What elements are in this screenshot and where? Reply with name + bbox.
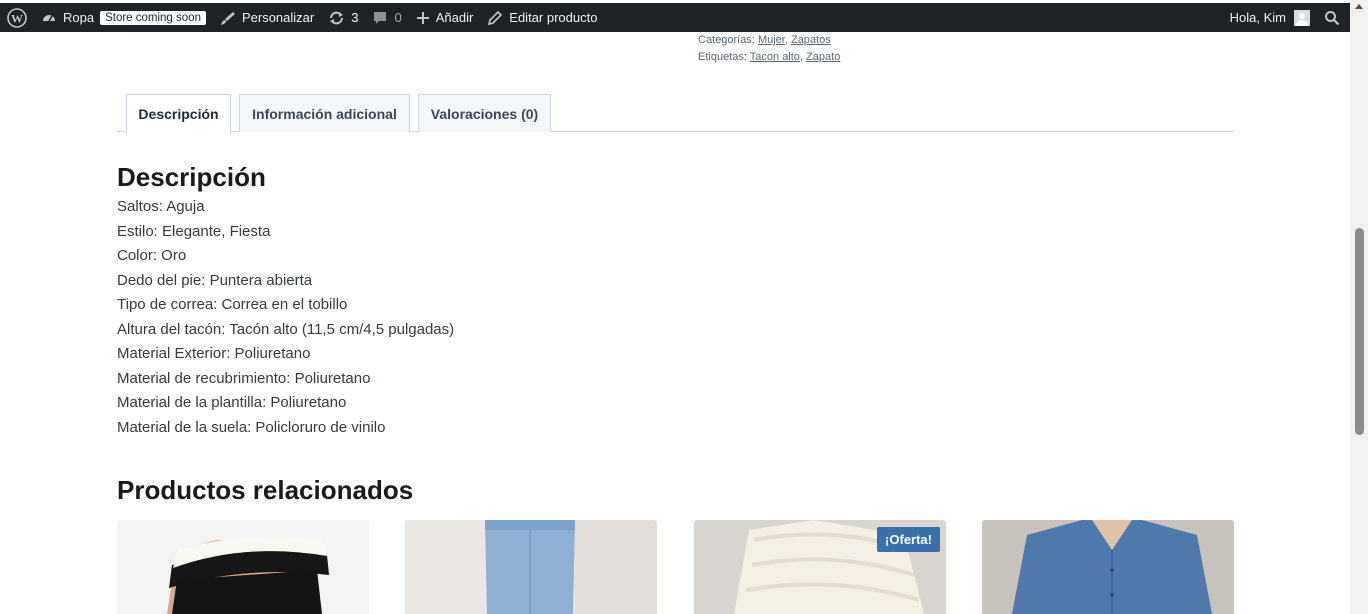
updates-icon (328, 10, 345, 26)
add-new-label: Añadir (435, 10, 474, 25)
search-button[interactable] (1317, 3, 1350, 32)
greeting-label: Hola, Kim (1229, 10, 1286, 25)
tab-reviews[interactable]: Valoraciones (0) (418, 94, 551, 132)
avatar (1294, 9, 1310, 26)
edit-product-label: Editar producto (509, 10, 598, 25)
plus-icon (416, 11, 430, 25)
tag-link-tacon-alto[interactable]: Tacon alto (750, 51, 800, 63)
jeans-image (405, 520, 657, 614)
wordpress-logo-icon[interactable]: W (0, 3, 34, 32)
admin-bar: W Ropa Store coming soon Personalizar 3 (0, 3, 1350, 32)
tags-label: Etiquetas: (698, 51, 747, 63)
comments-link[interactable]: 0 (365, 3, 408, 32)
related-product-image[interactable] (982, 520, 1234, 614)
svg-text:W: W (11, 11, 23, 25)
edit-product-link[interactable]: Editar producto (480, 3, 604, 32)
related-product-image[interactable] (117, 520, 369, 614)
description-line: Material de la suela: Policloruro de vin… (117, 418, 386, 436)
description-line: Estilo: Elegante, Fiesta (117, 222, 271, 240)
customize-link[interactable]: Personalizar (213, 3, 321, 32)
tab-additional-information[interactable]: Información adicional (239, 94, 410, 132)
description-line: Color: Oro (117, 247, 187, 264)
product-tabs: Descripción Información adicional Valora… (117, 94, 1234, 133)
category-link-mujer[interactable]: Mujer (758, 34, 785, 46)
off-shoulder-top-image (117, 520, 369, 614)
add-new-link[interactable]: Añadir (409, 3, 481, 32)
description-heading: Descripción (117, 162, 266, 192)
dashboard-icon (41, 10, 57, 26)
related-products-heading: Productos relacionados (117, 475, 414, 505)
scrollbar-thumb[interactable] (1355, 228, 1364, 435)
description-line: Dedo del pie: Puntera abierta (117, 271, 313, 289)
categories-row: Categorías: Mujer, Zapatos (698, 34, 831, 46)
customize-label: Personalizar (241, 10, 315, 25)
tab-description[interactable]: Descripción (126, 94, 231, 133)
tag-link-zapato[interactable]: Zapato (806, 51, 840, 63)
page-scrollbar[interactable] (1350, 0, 1368, 614)
description-line: Material de recubrimiento: Poliuretano (117, 369, 371, 387)
description-line: Tipo de correa: Correa en el tobillo (117, 296, 348, 313)
updates-count: 3 (351, 10, 359, 25)
description-line: Altura del tacón: Tacón alto (11,5 cm/4,… (117, 320, 455, 338)
site-name-link[interactable]: Ropa Store coming soon (34, 3, 213, 32)
description-line: Material de la plantilla: Poliuretano (117, 394, 347, 411)
site-name-label: Ropa (63, 10, 95, 25)
description-line: Material Exterior: Poliuretano (117, 345, 311, 362)
comment-icon (372, 10, 388, 26)
description-line: Saltos: Aguja (117, 198, 205, 215)
categories-label: Categorías: (698, 34, 755, 46)
comments-count: 0 (394, 10, 402, 25)
search-icon (1324, 10, 1340, 26)
related-product-image[interactable]: ¡Oferta! (694, 520, 946, 614)
sale-badge: ¡Oferta! (877, 527, 940, 552)
product-meta: Categorías: Mujer, Zapatos Etiquetas: Ta… (698, 32, 840, 66)
pencil-icon (487, 10, 503, 26)
my-account-link[interactable]: Hola, Kim (1223, 3, 1317, 32)
description-content: Saltos: Aguja Estilo: Elegante, Fiesta C… (117, 195, 454, 440)
paintbrush-icon (220, 10, 236, 26)
tags-row: Etiquetas: Tacon alto, Zapato (698, 51, 841, 63)
category-link-zapatos[interactable]: Zapatos (791, 34, 831, 46)
scroll-up-arrow-icon[interactable] (1355, 4, 1363, 9)
updates-link[interactable]: 3 (321, 3, 365, 32)
store-coming-soon-badge[interactable]: Store coming soon (100, 10, 206, 25)
related-product-image[interactable] (405, 520, 657, 614)
denim-shirt-image (982, 520, 1234, 614)
